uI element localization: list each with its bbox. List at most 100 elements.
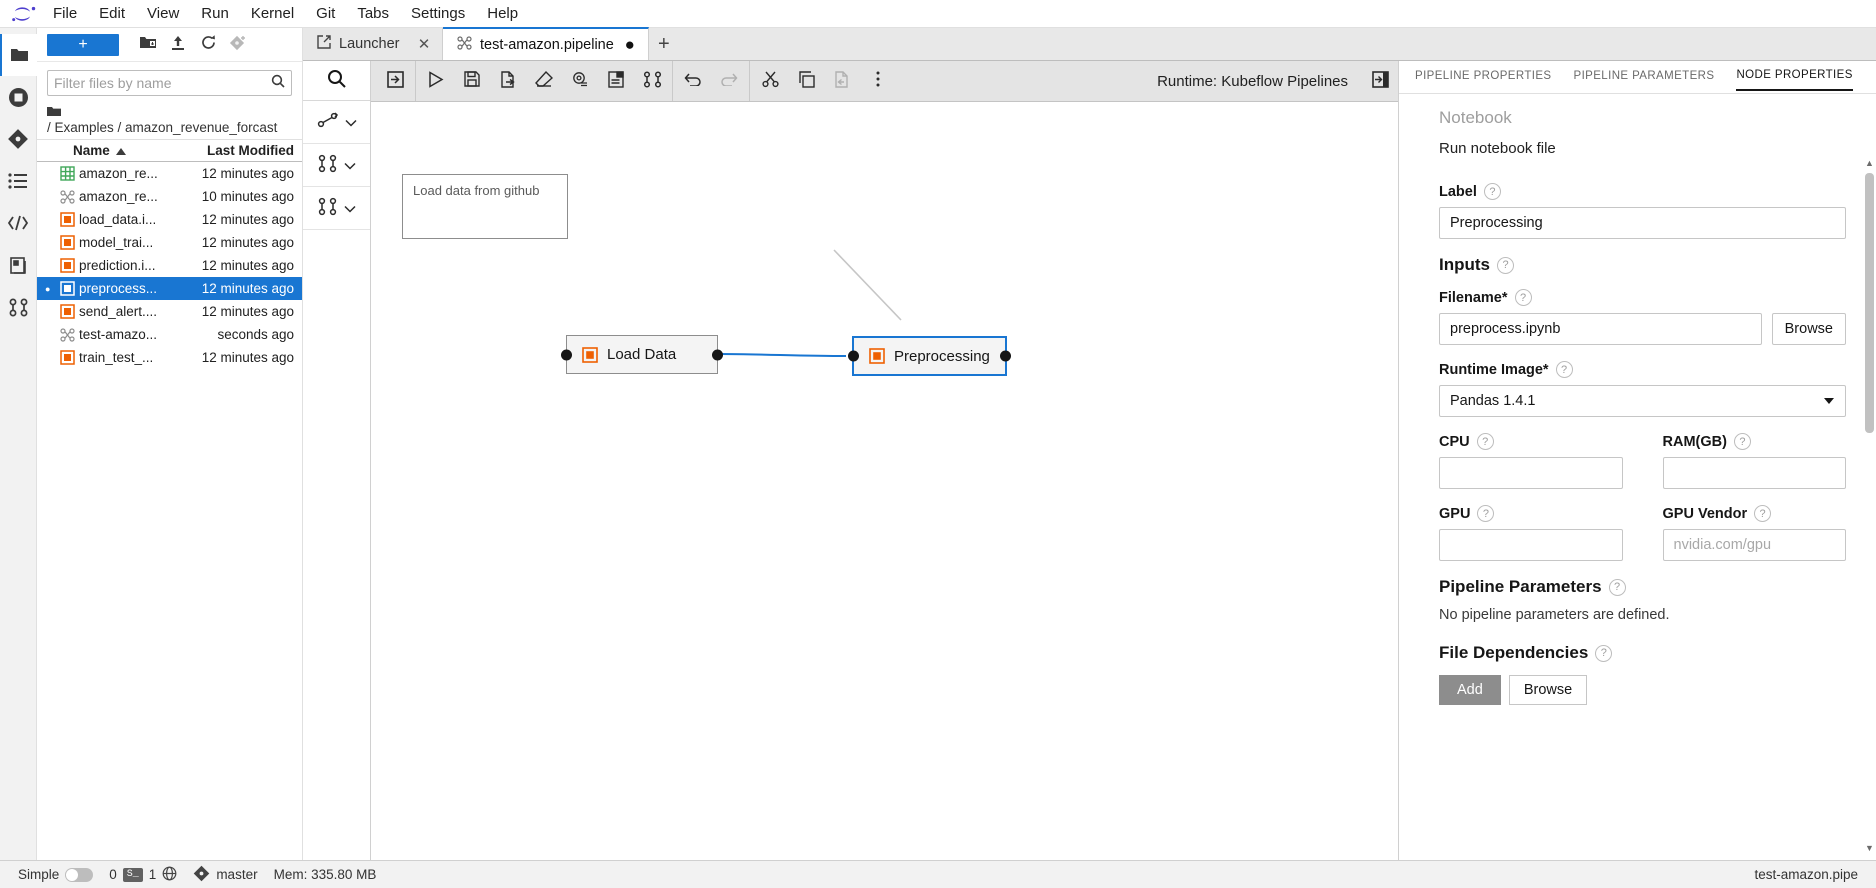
canvas-comment[interactable]: Load data from github xyxy=(402,174,568,239)
palette-category-airflow[interactable] xyxy=(303,187,370,230)
menu-help[interactable]: Help xyxy=(476,2,529,26)
rail-git[interactable] xyxy=(0,118,37,160)
copy-button[interactable] xyxy=(788,61,824,101)
palette-category-kubeflow[interactable] xyxy=(303,144,370,187)
list-item[interactable]: model_trai... 12 minutes ago xyxy=(37,231,302,254)
tab-launcher[interactable]: Launcher ✕ xyxy=(303,28,443,60)
list-item[interactable]: amazon_re... 10 minutes ago xyxy=(37,185,302,208)
pipeline-node-load-data[interactable]: Load Data xyxy=(561,335,723,374)
filename-input[interactable] xyxy=(1439,313,1762,345)
export-pipeline-button[interactable] xyxy=(490,61,526,101)
menu-git[interactable]: Git xyxy=(305,2,346,26)
help-icon[interactable]: ? xyxy=(1555,361,1573,378)
rail-extensions[interactable] xyxy=(0,202,37,244)
save-pipeline-button[interactable] xyxy=(454,61,490,101)
help-icon[interactable]: ? xyxy=(1754,505,1772,522)
run-pipeline-button[interactable] xyxy=(418,61,454,101)
file-filter-box[interactable] xyxy=(47,70,292,96)
simple-mode-toggle[interactable] xyxy=(65,867,94,882)
redo-button[interactable] xyxy=(711,61,747,101)
clear-pipeline-button[interactable] xyxy=(526,61,562,101)
overflow-menu-button[interactable] xyxy=(860,61,896,101)
close-icon[interactable]: ✕ xyxy=(416,35,432,53)
list-item[interactable]: load_data.i... 12 minutes ago xyxy=(37,208,302,231)
help-icon[interactable]: ? xyxy=(1733,433,1751,450)
node-output-port[interactable] xyxy=(712,349,723,360)
pipeline-canvas[interactable]: Load data from github Load Data Preproce… xyxy=(371,102,1398,860)
gpu-vendor-input[interactable] xyxy=(1662,529,1846,561)
file-dependencies-add-button[interactable]: Add xyxy=(1439,675,1501,705)
add-node-button[interactable] xyxy=(634,61,670,101)
tab-pipeline-properties[interactable]: PIPELINE PROPERTIES xyxy=(1415,64,1552,90)
tab-pipeline-parameters[interactable]: PIPELINE PARAMETERS xyxy=(1574,64,1715,90)
rail-table-of-contents[interactable] xyxy=(0,160,37,202)
new-folder-button[interactable] xyxy=(133,32,163,58)
rail-running-sessions[interactable] xyxy=(0,76,37,118)
rail-file-browser[interactable] xyxy=(0,34,37,76)
open-palette-button[interactable] xyxy=(377,61,413,101)
status-terminals[interactable]: 0 S_ 1 xyxy=(101,861,185,888)
list-item[interactable]: amazon_re... 12 minutes ago xyxy=(37,162,302,185)
menu-run[interactable]: Run xyxy=(190,2,240,26)
status-simple-mode[interactable]: Simple xyxy=(10,861,101,888)
menu-view[interactable]: View xyxy=(136,2,190,26)
filename-browse-button[interactable]: Browse xyxy=(1771,313,1846,345)
properties-scrollbar-thumb[interactable] xyxy=(1865,173,1874,433)
column-header-modified[interactable]: Last Modified xyxy=(192,143,302,158)
breadcrumb-root-icon[interactable] xyxy=(47,103,292,119)
list-item[interactable]: test-amazo... seconds ago xyxy=(37,323,302,346)
breadcrumb-path[interactable]: / Examples / amazon_revenue_forcast xyxy=(47,120,292,135)
undo-button[interactable] xyxy=(675,61,711,101)
status-git-branch[interactable]: master xyxy=(185,861,265,888)
ram-input[interactable] xyxy=(1662,457,1846,489)
paste-button[interactable] xyxy=(824,61,860,101)
rail-catalog[interactable] xyxy=(0,244,37,286)
pipeline-properties-button[interactable] xyxy=(562,61,598,101)
help-icon[interactable]: ? xyxy=(1595,644,1613,662)
help-icon[interactable]: ? xyxy=(1608,578,1626,596)
node-input-port[interactable] xyxy=(561,349,572,360)
list-item[interactable]: prediction.i... 12 minutes ago xyxy=(37,254,302,277)
help-icon[interactable]: ? xyxy=(1514,289,1532,306)
menu-tabs[interactable]: Tabs xyxy=(346,2,400,26)
file-dependencies-browse-button[interactable]: Browse xyxy=(1508,675,1588,705)
gpu-input[interactable] xyxy=(1439,529,1623,561)
breadcrumb[interactable]: / Examples / amazon_revenue_forcast xyxy=(37,100,302,135)
runtime-image-select[interactable] xyxy=(1439,385,1846,417)
list-item-selected[interactable]: ● preprocess... 12 minutes ago xyxy=(37,277,302,300)
help-icon[interactable]: ? xyxy=(1497,256,1514,274)
palette-category-generic[interactable] xyxy=(303,101,370,144)
unsaved-changes-dot-icon[interactable]: ● xyxy=(622,36,638,53)
palette-search-button[interactable] xyxy=(303,61,370,101)
rail-pipeline-nodes[interactable] xyxy=(0,286,37,328)
column-header-name[interactable]: Name xyxy=(37,143,192,158)
help-icon[interactable]: ? xyxy=(1477,505,1495,522)
cut-button[interactable] xyxy=(752,61,788,101)
label-input[interactable] xyxy=(1439,207,1846,239)
help-icon[interactable]: ? xyxy=(1483,183,1501,200)
menu-kernel[interactable]: Kernel xyxy=(240,2,305,26)
list-item[interactable]: train_test_... 12 minutes ago xyxy=(37,346,302,369)
menu-settings[interactable]: Settings xyxy=(400,2,476,26)
list-item[interactable]: send_alert.... 12 minutes ago xyxy=(37,300,302,323)
new-git-button[interactable] xyxy=(223,32,253,58)
node-output-port[interactable] xyxy=(1000,350,1011,362)
help-icon[interactable]: ? xyxy=(1476,433,1494,450)
menu-edit[interactable]: Edit xyxy=(88,2,136,26)
globe-icon[interactable] xyxy=(162,866,177,884)
scroll-down-arrow[interactable]: ▼ xyxy=(1865,842,1874,854)
scroll-up-arrow[interactable]: ▲ xyxy=(1865,157,1874,169)
new-launcher-button[interactable]: + xyxy=(47,33,119,56)
cpu-input[interactable] xyxy=(1439,457,1623,489)
tab-test-amazon-pipeline[interactable]: test-amazon.pipeline ● xyxy=(443,27,649,60)
tab-node-properties[interactable]: NODE PROPERTIES xyxy=(1736,63,1853,91)
menu-file[interactable]: File xyxy=(42,2,88,26)
pipeline-node-preprocessing[interactable]: Preprocessing xyxy=(848,336,1011,376)
refresh-button[interactable] xyxy=(193,32,223,58)
node-input-port[interactable] xyxy=(848,350,859,362)
toggle-comment-button[interactable] xyxy=(598,61,634,101)
collapse-properties-panel-button[interactable] xyxy=(1362,61,1398,101)
new-tab-button[interactable]: + xyxy=(649,28,679,60)
filter-files-input[interactable] xyxy=(54,75,271,91)
upload-button[interactable] xyxy=(163,32,193,58)
